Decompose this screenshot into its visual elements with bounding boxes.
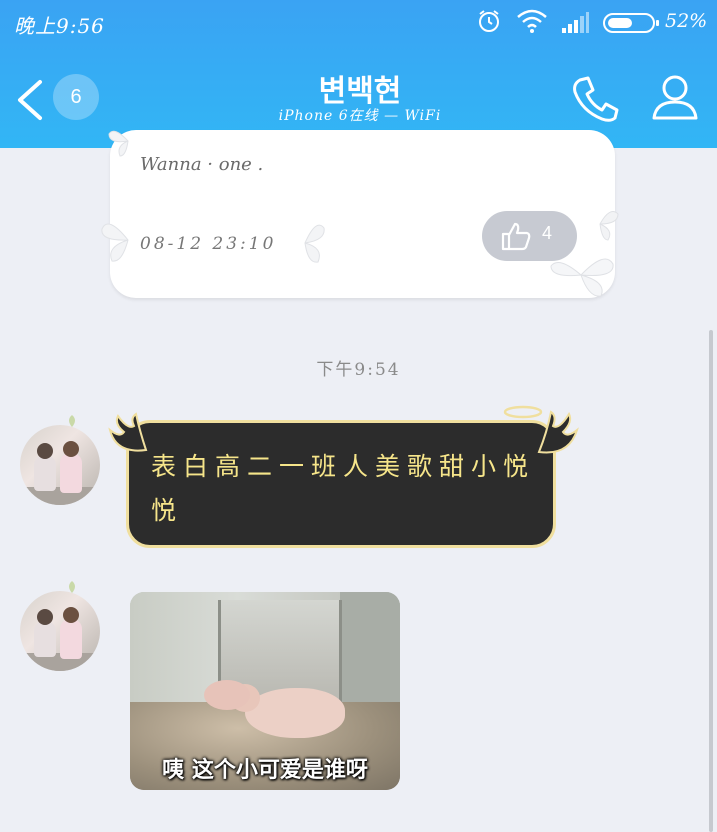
message-card[interactable]: Wanna · one . 08-12 23:10 4 <box>101 130 619 298</box>
butterfly-decoration-icon <box>599 211 619 241</box>
status-bar: 晚上9:56 52% <box>0 8 717 40</box>
butterfly-decoration-icon <box>108 130 129 157</box>
scrollbar[interactable] <box>709 330 713 832</box>
angel-wing-icon <box>108 412 148 452</box>
leaf-icon <box>69 415 75 427</box>
online-status: iPhone 6在线 — WiFi <box>278 108 442 124</box>
butterfly-decoration-icon <box>550 258 614 297</box>
card-text: Wanna · one . <box>140 154 264 175</box>
signal-icon <box>560 12 590 39</box>
butterfly-decoration-icon <box>101 223 129 262</box>
avatar[interactable] <box>20 425 100 505</box>
image-message[interactable]: 咦 这个小可爱是谁呀 <box>130 592 400 790</box>
time-divider: 下午9:54 <box>316 360 401 380</box>
phone-call-icon[interactable] <box>570 74 620 128</box>
status-time: 晚上9:56 <box>14 14 105 38</box>
card-timestamp: 08-12 23:10 <box>140 234 277 254</box>
text-message-bubble[interactable]: 表白高二一班人美歌甜小悦悦 <box>126 420 556 548</box>
battery-percent: 52% <box>665 10 708 32</box>
like-count: 4 <box>542 223 553 243</box>
back-icon[interactable] <box>14 78 44 126</box>
battery-icon <box>603 12 661 39</box>
halo-icon <box>503 405 543 419</box>
butterfly-decoration-icon <box>304 224 325 263</box>
image-caption: 咦 这个小可爱是谁呀 <box>162 758 368 783</box>
leaf-icon <box>69 581 75 593</box>
avatar[interactable] <box>20 591 100 671</box>
alarm-icon <box>476 8 502 39</box>
thumbs-up-icon <box>501 222 531 251</box>
unread-count-badge[interactable]: 6 <box>53 74 99 120</box>
message-text: 表白高二一班人美歌甜小悦悦 <box>151 452 536 525</box>
wifi-icon <box>516 8 548 39</box>
profile-icon[interactable] <box>650 72 700 126</box>
chat-title: 변백현 <box>318 74 402 109</box>
